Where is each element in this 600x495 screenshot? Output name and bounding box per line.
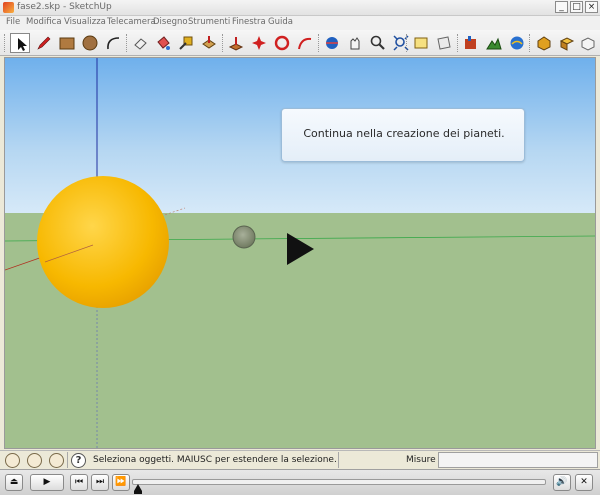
credits-icon[interactable] (27, 453, 42, 468)
sun-sphere[interactable] (37, 176, 169, 308)
measurements-field[interactable] (438, 452, 598, 468)
toolbar-separator (318, 34, 321, 52)
menu-disegno[interactable]: Disegno (153, 17, 188, 27)
paint-bucket-icon[interactable] (153, 33, 173, 53)
status-message: Seleziona oggetti. MAIUSC per estendere … (93, 455, 336, 465)
status-bar: ? Seleziona oggetti. MAIUSC per estender… (0, 450, 600, 469)
exit-button[interactable]: ⏏ (5, 474, 23, 491)
menu-file[interactable]: File (6, 17, 20, 27)
menu-finestra[interactable]: Finestra (232, 17, 266, 27)
zoom-icon[interactable] (368, 33, 388, 53)
geo-location-icon[interactable] (5, 453, 20, 468)
offset-icon[interactable] (295, 33, 315, 53)
menu-bar: File Modifica Visualizza Telecamera Dise… (0, 16, 600, 30)
pan-icon[interactable] (345, 33, 365, 53)
window-title: fase2.skp - SketchUp (17, 2, 112, 12)
google-earth-icon[interactable] (507, 33, 527, 53)
user-icon[interactable] (49, 453, 64, 468)
progress-track[interactable] (132, 479, 546, 485)
follow-me-icon[interactable] (272, 33, 292, 53)
sketchup-window: fase2.skp - SketchUp _ □ × File Modifica… (0, 0, 600, 495)
move-icon[interactable] (226, 33, 246, 53)
instruction-text: Continua nella creazione dei pianeti. (303, 127, 505, 140)
play-button[interactable]: ▶ (30, 474, 64, 491)
progress-thumb-base (134, 491, 142, 494)
menu-visualizza[interactable]: Visualizza (64, 17, 106, 27)
circle-icon[interactable] (80, 33, 100, 53)
menu-telecamera[interactable]: Telecamera (107, 17, 156, 27)
maximize-button[interactable]: □ (570, 1, 583, 13)
status-separator (338, 452, 339, 468)
rotate-icon[interactable] (249, 33, 269, 53)
sketchup-logo-icon (3, 2, 14, 13)
volume-button[interactable]: 🔊 (553, 474, 571, 491)
menu-guida[interactable]: Guida (268, 17, 293, 27)
select-icon[interactable] (10, 33, 30, 53)
push-pull-icon[interactable] (199, 33, 219, 53)
toolbar-separator (406, 34, 409, 52)
eraser-icon[interactable] (130, 33, 150, 53)
measurements-label: Misure (406, 455, 436, 465)
play-arrow-icon[interactable] (287, 233, 314, 265)
drawing-viewport[interactable]: Continua nella creazione dei pianeti. (4, 57, 596, 449)
section-icon[interactable] (434, 33, 454, 53)
planet-sphere[interactable] (232, 225, 256, 249)
close-player-button[interactable]: ✕ (575, 474, 593, 491)
components-icon[interactable] (557, 33, 577, 53)
progress-thumb[interactable] (134, 484, 142, 491)
menu-modifica[interactable]: Modifica (26, 17, 62, 27)
toolbar-grip[interactable] (4, 34, 7, 52)
close-button[interactable]: × (585, 1, 598, 13)
terrain-icon[interactable] (484, 33, 504, 53)
main-toolbar (0, 30, 600, 56)
toolbar-separator (126, 34, 129, 52)
toolbar-separator (457, 34, 460, 52)
status-separator (67, 452, 68, 468)
help-icon[interactable]: ? (71, 453, 86, 468)
pencil-line-icon[interactable] (34, 33, 54, 53)
menu-strumenti[interactable]: Strumenti (188, 17, 230, 27)
minimize-button[interactable]: _ (555, 1, 568, 13)
toolbar-separator (222, 34, 225, 52)
text-icon[interactable] (411, 33, 431, 53)
fast-forward-button[interactable]: ⏩ (112, 474, 130, 491)
toolbar-separator (529, 34, 532, 52)
next-button[interactable]: ⏭ (91, 474, 109, 491)
video-player-bar: ⏏ ▶ ⏮ ⏭ ⏩ 🔊 ✕ (0, 469, 600, 495)
share-model-icon[interactable] (578, 33, 598, 53)
arc-icon[interactable] (103, 33, 123, 53)
get-models-icon[interactable] (534, 33, 554, 53)
rectangle-icon[interactable] (57, 33, 77, 53)
instruction-box: Continua nella creazione dei pianeti. (281, 108, 525, 162)
add-location-icon[interactable] (461, 33, 481, 53)
tape-measure-icon[interactable] (176, 33, 196, 53)
title-bar[interactable]: fase2.skp - SketchUp _ □ × (0, 0, 600, 16)
orbit-icon[interactable] (322, 33, 342, 53)
previous-button[interactable]: ⏮ (70, 474, 88, 491)
